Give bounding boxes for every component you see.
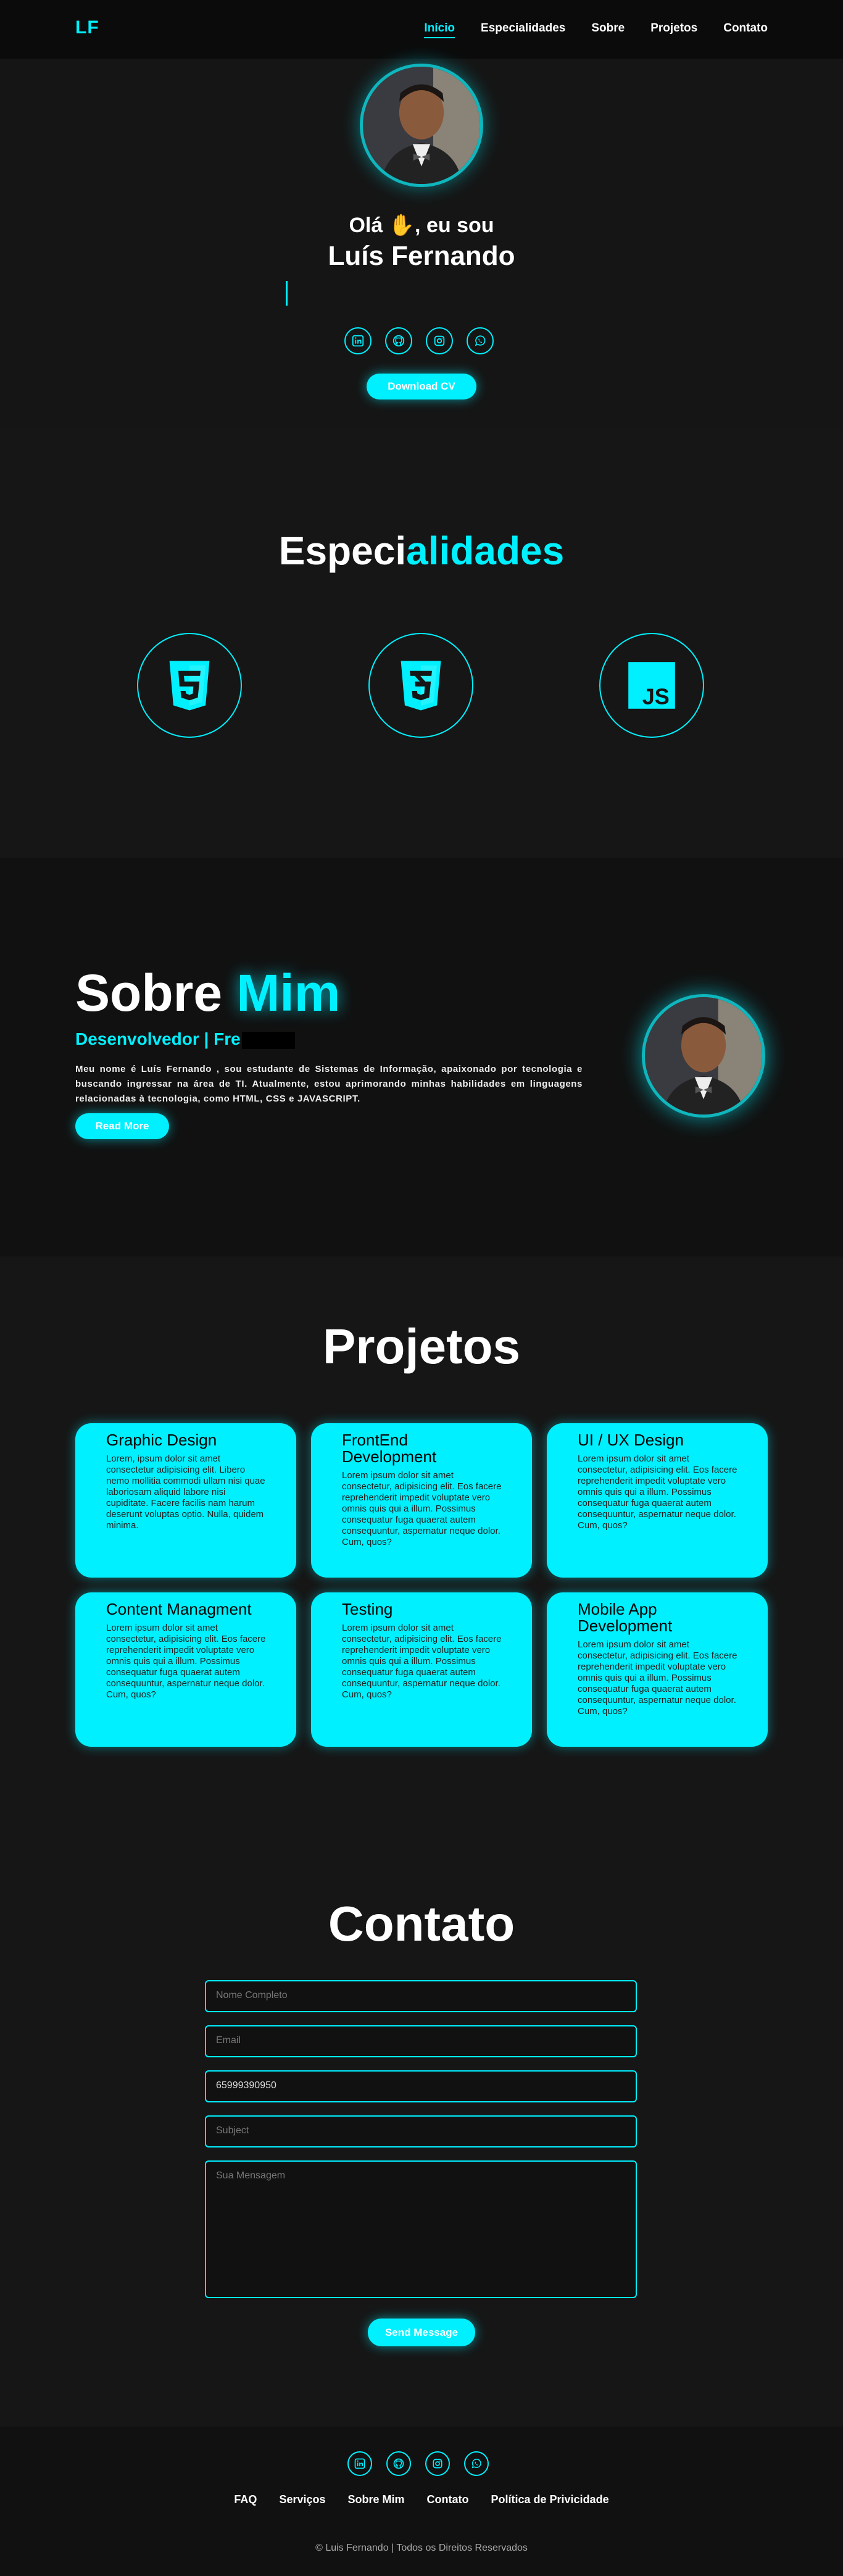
send-message-button[interactable]: Send Message: [368, 2319, 475, 2346]
nav-especialidades[interactable]: Especialidades: [481, 22, 565, 38]
project-card[interactable]: UI / UX Design Lorem ipsum dolor sit amet…: [547, 1423, 768, 1578]
project-cards: Graphic Design Lorem, ipsum dolor sit ame…: [75, 1423, 768, 1747]
whatsapp-icon[interactable]: [464, 2451, 489, 2476]
linkedin-icon[interactable]: [347, 2451, 372, 2476]
role-text: Desenvolvedor | Fre: [75, 1029, 295, 1049]
skill-javascript: JS: [599, 633, 704, 738]
copyright: © Luis Fernando | Todos os Direitos Rese…: [315, 2543, 528, 2553]
hero-name: Luís Fernando: [328, 241, 515, 271]
site-footer: FAQ Serviços Sobre Mim Contato Política …: [0, 2427, 843, 2576]
subject-field[interactable]: Subject: [205, 2115, 637, 2147]
nav-sobre[interactable]: Sobre: [591, 22, 625, 38]
project-card[interactable]: Content Managment Lorem ipsum dolor sit a…: [75, 1592, 296, 1747]
typing-mask: [241, 1031, 295, 1049]
card-title: Mobile App Development: [578, 1600, 673, 1635]
download-cv-button[interactable]: Download CV: [367, 374, 476, 399]
skill-html: [137, 633, 242, 738]
project-card[interactable]: Graphic Design Lorem, ipsum dolor sit ame…: [75, 1423, 296, 1578]
footer-link-servicos[interactable]: Serviços: [279, 2493, 325, 2506]
card-text: Lorem, ipsum dolor sit amet consectetur …: [106, 1453, 265, 1531]
css3-icon: [401, 661, 441, 711]
bio-text: Meu nome é Luís Fernando , sou estudante…: [75, 1064, 583, 1104]
nav-contato[interactable]: Contato: [723, 22, 768, 38]
html5-icon: [169, 661, 210, 711]
projetos-section: Projetos Graphic Design Lorem, ipsum dolo…: [0, 1257, 843, 1834]
footer-link-contato[interactable]: Contato: [427, 2493, 469, 2506]
project-card[interactable]: Testing Lorem ipsum dolor sit amet consec…: [311, 1592, 532, 1747]
read-more-button[interactable]: Read More: [75, 1113, 169, 1139]
footer-social-links: [347, 2451, 489, 2476]
github-icon[interactable]: [385, 327, 412, 354]
hero-section: Olá ✋, eu sou Luís Fernando Download CV: [0, 59, 843, 429]
card-text: Lorem ipsum dolor sit amet consectetur, …: [106, 1623, 266, 1700]
hero-social-links: [344, 327, 494, 354]
message-field[interactable]: Sua Mensagem: [205, 2160, 637, 2298]
card-text: Lorem ipsum dolor sit amet consectetur, …: [578, 1453, 737, 1531]
card-title: Testing: [342, 1600, 393, 1618]
footer-link-sobre[interactable]: Sobre Mim: [348, 2493, 405, 2506]
project-card[interactable]: FrontEnd Development Lorem ipsum dolor si…: [311, 1423, 532, 1578]
card-title: UI / UX Design: [578, 1431, 684, 1449]
title-part-white: Especi: [278, 529, 407, 573]
especialidades-title: Especialidades: [0, 528, 843, 574]
nav-inicio[interactable]: Início: [424, 22, 455, 38]
typing-caret: [286, 281, 288, 306]
logo[interactable]: LF: [75, 17, 99, 38]
phone-field[interactable]: 65999390950: [205, 2070, 637, 2102]
svg-text:JS: JS: [642, 684, 670, 709]
projetos-title: Projetos: [322, 1319, 521, 1374]
card-text: Lorem ipsum dolor sit amet consectetur, …: [578, 1639, 737, 1717]
sobre-title: Sobre Mim: [75, 963, 340, 1023]
footer-link-privacidade[interactable]: Política de Privicidade: [491, 2493, 609, 2506]
skill-css: [368, 633, 473, 738]
site-header: LF Início Especialidades Sobre Projetos …: [0, 0, 843, 59]
title-part-cyan: alidades: [406, 529, 565, 573]
github-icon[interactable]: [386, 2451, 411, 2476]
name-field[interactable]: Nome Completo: [205, 1980, 637, 2012]
sobre-section: Sobre Mim Desenvolvedor | Fre Meu nome é…: [0, 858, 843, 1257]
instagram-icon[interactable]: [426, 327, 453, 354]
nav-projetos[interactable]: Projetos: [650, 22, 697, 38]
card-title: FrontEnd Development: [342, 1431, 437, 1466]
linkedin-icon[interactable]: [344, 327, 372, 354]
title-part-cyan: Mim: [236, 964, 341, 1022]
role-label: Desenvolvedor | Fre: [75, 1029, 241, 1048]
footer-links: FAQ Serviços Sobre Mim Contato Política …: [0, 2493, 843, 2506]
card-text: Lorem ipsum dolor sit amet consectetur, …: [342, 1470, 502, 1547]
contato-title: Contato: [328, 1896, 515, 1951]
instagram-icon[interactable]: [425, 2451, 450, 2476]
especialidades-section: Especialidades JS: [0, 429, 843, 858]
email-field[interactable]: Email: [205, 2025, 637, 2057]
title-part-white: Sobre: [75, 964, 237, 1022]
project-card[interactable]: Mobile App Development Lorem ipsum dolor …: [547, 1592, 768, 1747]
whatsapp-icon[interactable]: [467, 327, 494, 354]
footer-link-faq[interactable]: FAQ: [234, 2493, 257, 2506]
about-photo: [642, 994, 765, 1118]
card-title: Content Managment: [106, 1600, 252, 1618]
main-nav: Início Especialidades Sobre Projetos Con…: [424, 22, 768, 38]
hero-greeting: Olá ✋, eu sou: [349, 214, 494, 237]
card-title: Graphic Design: [106, 1431, 217, 1449]
contato-section: Contato Nome Completo Email 65999390950 …: [0, 1834, 843, 2427]
javascript-icon: JS: [628, 662, 675, 709]
card-text: Lorem ipsum dolor sit amet consectetur, …: [342, 1623, 502, 1700]
profile-photo: [360, 64, 483, 187]
